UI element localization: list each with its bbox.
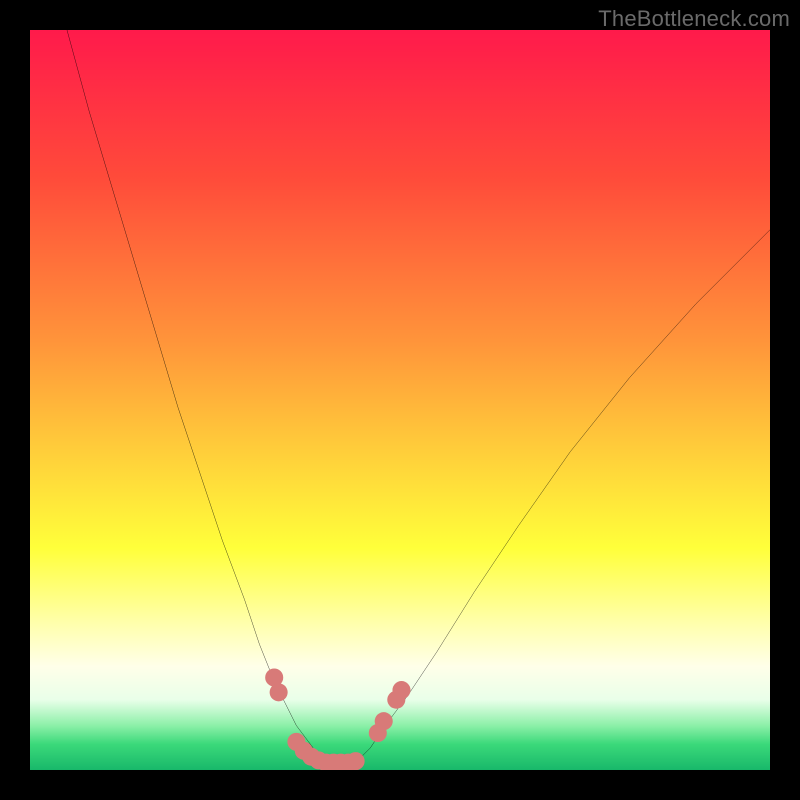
data-marker: [347, 752, 365, 770]
plot-area: [30, 30, 770, 770]
series-right-branch: [356, 230, 770, 763]
watermark-text: TheBottleneck.com: [598, 6, 790, 32]
series-group: [67, 30, 770, 763]
data-marker: [392, 681, 410, 699]
chart-frame: TheBottleneck.com: [0, 0, 800, 800]
series-left-branch: [67, 30, 326, 763]
data-marker: [270, 683, 288, 701]
curve-layer: [30, 30, 770, 770]
data-marker: [375, 712, 393, 730]
marker-group: [265, 668, 410, 770]
